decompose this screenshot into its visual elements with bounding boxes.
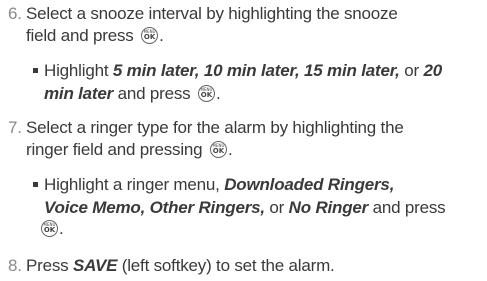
bullet-text: MENU OK. <box>41 219 64 239</box>
step-text: Press SAVE (left softkey) to set the ala… <box>26 256 335 275</box>
bullet-square-icon <box>33 182 38 187</box>
menu-ok-key-icon: MENU OK <box>41 220 58 237</box>
step-text: field and press MENU OK. <box>26 26 164 45</box>
step-number: 8. <box>8 256 22 275</box>
step-text: Select a snooze interval by highlighting… <box>26 4 398 23</box>
menu-ok-key-icon: MENU OK <box>197 85 215 102</box>
softkey-label: SAVE <box>73 256 118 275</box>
menu-ok-key-icon: MENU OK <box>141 27 159 44</box>
step-text: Select a ringer type for the alarm by hi… <box>26 118 404 137</box>
step-text: ringer field and pressing MENU OK. <box>26 140 233 159</box>
bullet-text: Highlight 5 min later, 10 min later, 15 … <box>33 61 442 81</box>
bullet-square-icon <box>33 68 38 73</box>
step-number: 7. <box>8 118 22 137</box>
bullet-text: Voice Memo, Other Ringers, or No Ringer … <box>44 198 446 217</box>
menu-ok-key-icon: MENU OK <box>209 141 227 158</box>
bullet-text: min later and press MENU OK. <box>44 84 221 103</box>
step-number: 6. <box>8 4 22 23</box>
bullet-text: Highlight a ringer menu, Downloaded Ring… <box>33 175 394 195</box>
